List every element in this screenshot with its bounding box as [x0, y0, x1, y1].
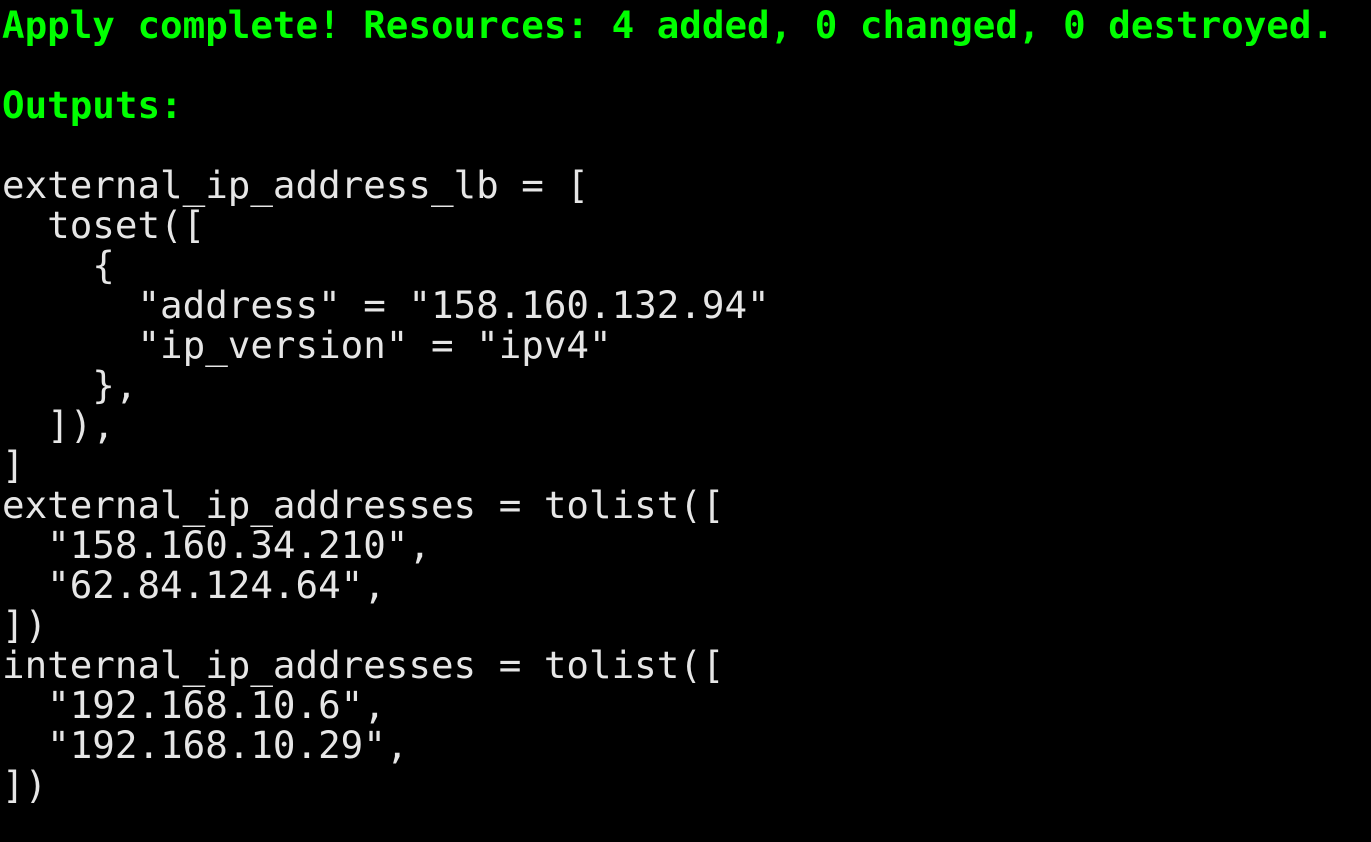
output-line: internal_ip_addresses = tolist([	[2, 643, 725, 687]
output-line: "158.160.34.210",	[2, 523, 431, 567]
output-line: external_ip_address_lb = [	[2, 163, 589, 207]
output-line: "62.84.124.64",	[2, 563, 386, 607]
output-line: "192.168.10.29",	[2, 723, 409, 767]
output-line: external_ip_addresses = tolist([	[2, 483, 725, 527]
terminal-window[interactable]: Apply complete! Resources: 4 added, 0 ch…	[0, 0, 1371, 842]
output-line: ])	[2, 603, 48, 647]
output-line: ]	[2, 443, 25, 487]
output-line: "ip_version" = "ipv4"	[2, 323, 612, 367]
output-line: "address" = "158.160.132.94"	[2, 283, 770, 327]
outputs-heading: Outputs:	[2, 83, 183, 127]
output-line: "192.168.10.6",	[2, 683, 386, 727]
apply-complete-message: Apply complete! Resources: 4 added, 0 ch…	[2, 3, 1335, 47]
output-line: {	[2, 243, 115, 287]
output-line: toset([	[2, 203, 206, 247]
output-line: ]),	[2, 403, 115, 447]
output-line: ])	[2, 763, 48, 807]
output-line: },	[2, 363, 138, 407]
